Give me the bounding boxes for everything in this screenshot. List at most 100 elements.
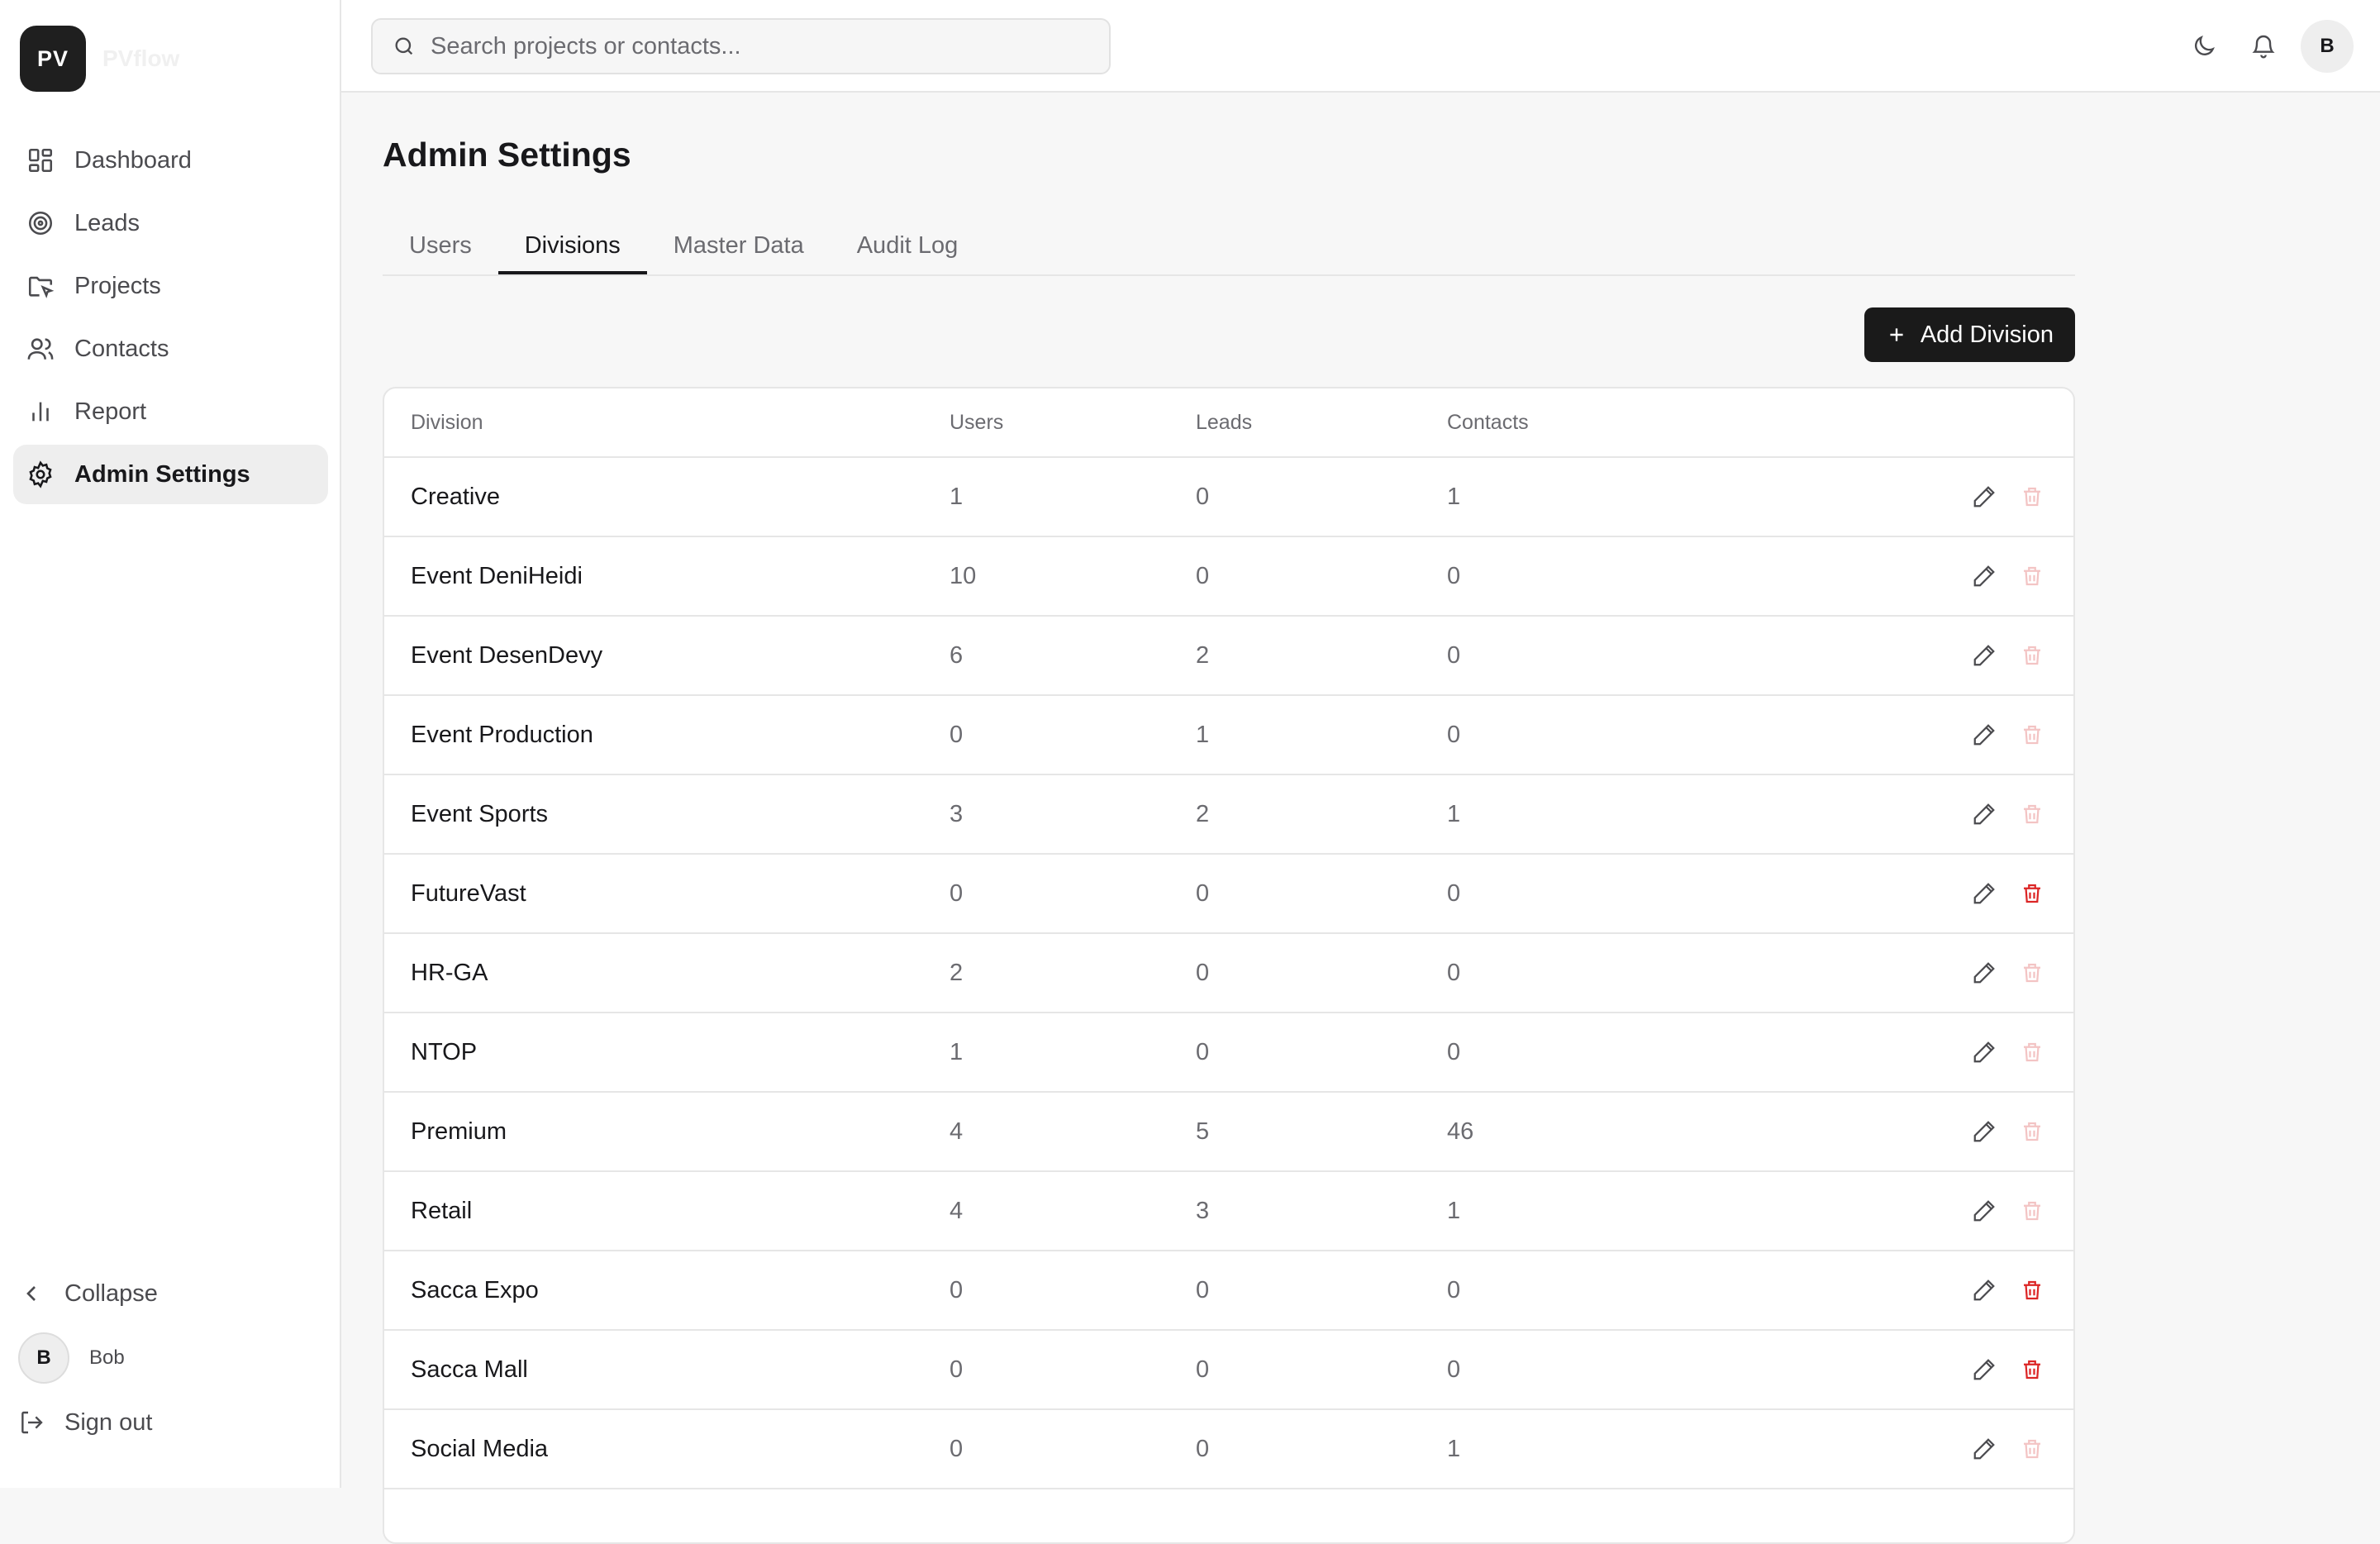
tab-divisions[interactable]: Divisions <box>497 217 647 274</box>
delete-button <box>2016 956 2049 989</box>
sidebar-nav: Dashboard Leads Projects Contacts Report <box>13 131 328 508</box>
division-leads-count: 0 <box>1195 536 1446 617</box>
sidebar-item-label: Projects <box>74 272 161 299</box>
sidebar-item-projects[interactable]: Projects <box>13 256 328 316</box>
division-leads-count: 3 <box>1195 1171 1446 1251</box>
column-header-contacts: Contacts <box>1446 388 1861 458</box>
table-row: HR-GA 2 0 0 <box>384 933 2073 1013</box>
division-name: Event DesenDevy <box>384 616 949 696</box>
folder-icon <box>26 272 55 300</box>
search-input[interactable] <box>429 31 1093 61</box>
delete-button <box>2016 1036 2049 1069</box>
edit-button[interactable] <box>1968 639 2001 672</box>
user-name: Bob <box>89 1346 125 1369</box>
notifications-button[interactable] <box>2238 21 2289 72</box>
add-division-label: Add Division <box>1920 321 2054 348</box>
add-division-button[interactable]: Add Division <box>1864 307 2075 362</box>
table-row: FutureVast 0 0 0 <box>384 854 2073 934</box>
delete-button[interactable] <box>2016 877 2049 910</box>
brand[interactable]: PV PVflow <box>20 26 179 92</box>
divisions-table: Division Users Leads Contacts Creative 1 0… <box>383 387 2075 1544</box>
division-leads-count: 1 <box>1195 695 1446 775</box>
sidebar-item-contacts[interactable]: Contacts <box>13 319 328 379</box>
division-users-count: 0 <box>949 1330 1195 1410</box>
column-header-leads: Leads <box>1195 388 1446 458</box>
division-users-count: 2 <box>949 933 1195 1013</box>
division-name: Event Production <box>384 695 949 775</box>
sidebar: PV PVflow Dashboard Leads Projects Conta… <box>0 0 341 1488</box>
edit-button[interactable] <box>1968 798 2001 831</box>
sidebar-item-label: Report <box>74 398 147 425</box>
division-name: HR-GA <box>384 933 949 1013</box>
logo: PV <box>20 26 86 92</box>
delete-button[interactable] <box>2016 1353 2049 1386</box>
pencil-icon <box>1972 802 1997 827</box>
division-name: Premium <box>384 1092 949 1172</box>
edit-button[interactable] <box>1968 560 2001 593</box>
division-name: NTOP <box>384 1013 949 1093</box>
division-name: Sacca Expo <box>384 1251 949 1331</box>
edit-button[interactable] <box>1968 1353 2001 1386</box>
pencil-icon <box>1972 1199 1997 1223</box>
table-row: Sacca Mall 0 0 0 <box>384 1330 2073 1410</box>
row-actions <box>1861 1409 2073 1489</box>
sidebar-item-admin-settings[interactable]: Admin Settings <box>13 445 328 504</box>
collapse-button[interactable]: Collapse <box>18 1265 324 1322</box>
user-avatar-button[interactable]: B <box>2301 20 2354 73</box>
edit-button[interactable] <box>1968 956 2001 989</box>
edit-button[interactable] <box>1968 1115 2001 1148</box>
row-actions <box>1861 1330 2073 1410</box>
delete-button <box>2016 1115 2049 1148</box>
user-profile[interactable]: B Bob <box>18 1322 324 1394</box>
users-icon <box>26 335 55 363</box>
trash-icon <box>2020 484 2044 509</box>
sidebar-item-label: Leads <box>74 209 140 236</box>
pencil-icon <box>1972 1357 1997 1382</box>
table-row: Event DeniHeidi 10 0 0 <box>384 536 2073 617</box>
division-name: FutureVast <box>384 854 949 934</box>
edit-button[interactable] <box>1968 877 2001 910</box>
division-users-count: 1 <box>949 1013 1195 1093</box>
division-leads-count: 5 <box>1195 1092 1446 1172</box>
sidebar-item-dashboard[interactable]: Dashboard <box>13 131 328 190</box>
sidebar-item-report[interactable]: Report <box>13 382 328 441</box>
division-users-count: 1 <box>949 457 1195 537</box>
trash-icon <box>2020 1357 2044 1382</box>
row-actions <box>1861 1013 2073 1093</box>
division-users-count: 0 <box>949 1251 1195 1331</box>
row-actions <box>1861 616 2073 696</box>
edit-button[interactable] <box>1968 1274 2001 1307</box>
bar-chart-icon <box>26 398 55 426</box>
table-row: NTOP 1 0 0 <box>384 1013 2073 1093</box>
table-row: Event Sports 3 2 1 <box>384 774 2073 855</box>
edit-button[interactable] <box>1968 480 2001 513</box>
tab-master-data[interactable]: Master Data <box>647 217 831 274</box>
tab-audit-log[interactable]: Audit Log <box>831 217 985 274</box>
division-contacts-count: 46 <box>1446 1092 1861 1172</box>
delete-button[interactable] <box>2016 1274 2049 1307</box>
edit-button[interactable] <box>1968 718 2001 751</box>
division-users-count: 6 <box>949 616 1195 696</box>
gear-icon <box>26 460 55 488</box>
edit-button[interactable] <box>1968 1194 2001 1227</box>
division-contacts-count: 1 <box>1446 457 1861 537</box>
row-actions <box>1861 774 2073 855</box>
sidebar-item-leads[interactable]: Leads <box>13 193 328 253</box>
table-row: Social Media 0 0 1 <box>384 1409 2073 1489</box>
tab-users[interactable]: Users <box>383 217 498 274</box>
edit-button[interactable] <box>1968 1036 2001 1069</box>
trash-icon <box>2020 960 2044 985</box>
row-actions <box>1861 695 2073 775</box>
table-row: Event Production 0 1 0 <box>384 695 2073 775</box>
theme-toggle-button[interactable] <box>2178 21 2230 72</box>
edit-button[interactable] <box>1968 1432 2001 1465</box>
division-contacts-count: 0 <box>1446 1251 1861 1331</box>
sidebar-item-label: Dashboard <box>74 146 192 174</box>
division-users-count: 4 <box>949 1092 1195 1172</box>
search-box[interactable] <box>371 18 1111 74</box>
top-bar: B <box>341 0 2380 93</box>
sign-out-button[interactable]: Sign out <box>18 1394 324 1451</box>
sign-out-label: Sign out <box>64 1408 153 1436</box>
division-users-count: 0 <box>949 854 1195 934</box>
row-actions <box>1861 1171 2073 1251</box>
